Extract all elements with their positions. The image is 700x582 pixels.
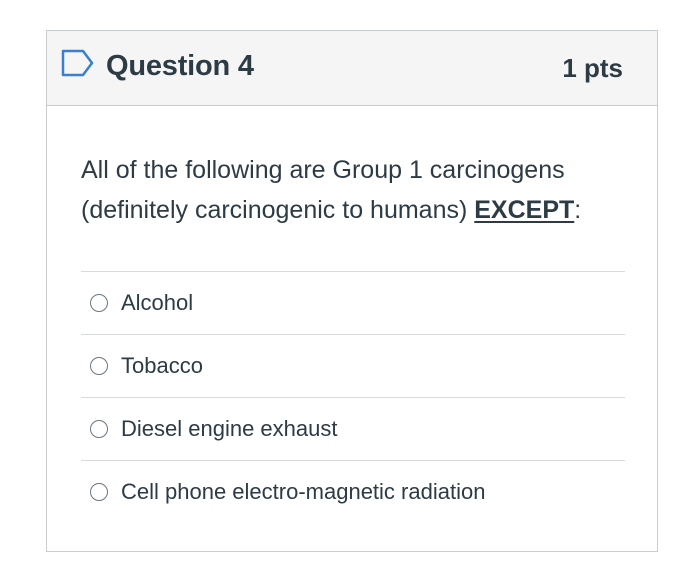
radio-button[interactable] <box>90 420 108 438</box>
question-prompt: All of the following are Group 1 carcino… <box>81 150 641 230</box>
flag-outline-icon[interactable] <box>61 49 95 77</box>
answer-option-cell-phone-radiation[interactable]: Cell phone electro-magnetic radiation <box>81 461 625 523</box>
answer-option-diesel-exhaust[interactable]: Diesel engine exhaust <box>81 398 625 461</box>
quiz-question-card: Question 4 1 pts All of the following ar… <box>46 30 658 552</box>
answer-label: Cell phone electro-magnetic radiation <box>121 479 486 504</box>
question-prompt-suffix: : <box>574 196 582 224</box>
question-header: Question 4 1 pts <box>47 31 657 106</box>
answer-label: Diesel engine exhaust <box>121 416 338 441</box>
radio-button[interactable] <box>90 357 108 375</box>
radio-button[interactable] <box>90 294 108 312</box>
answer-list: Alcohol Tobacco Diesel engine exhaust Ce… <box>81 271 625 523</box>
question-points: 1 pts <box>562 53 623 83</box>
radio-button[interactable] <box>90 483 108 501</box>
answer-label: Alcohol <box>121 290 194 315</box>
answer-option-tobacco[interactable]: Tobacco <box>81 335 625 398</box>
answer-label: Tobacco <box>121 353 203 378</box>
question-prompt-emphasis: EXCEPT <box>474 196 575 224</box>
answer-option-alcohol[interactable]: Alcohol <box>81 272 625 335</box>
question-title: Question 4 <box>106 50 254 82</box>
